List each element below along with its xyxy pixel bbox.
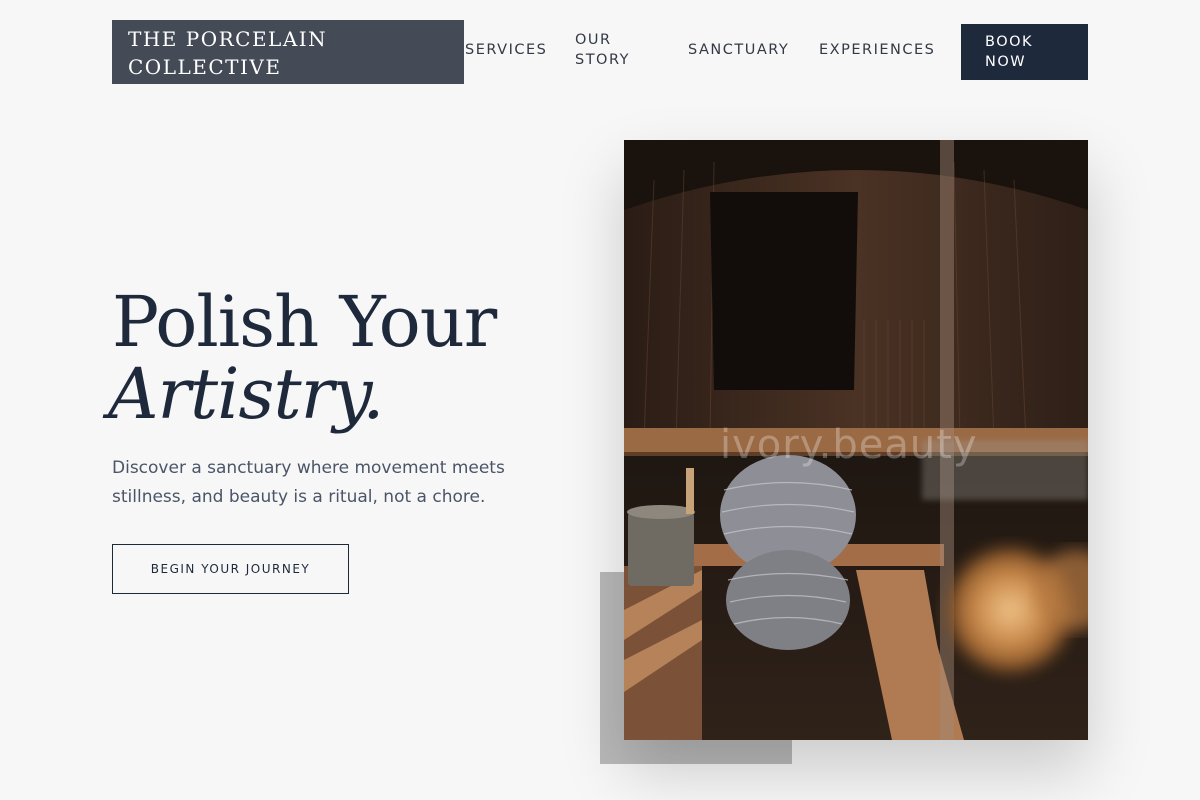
nav-link-experiences-label: EXPERIENCES bbox=[819, 42, 936, 58]
hero-subtitle: Discover a sanctuary where movement meet… bbox=[112, 458, 505, 507]
book-now-button[interactable]: BOOK NOW bbox=[961, 24, 1088, 80]
nav-link-services-label: SERVICES bbox=[465, 42, 548, 58]
nav-link-experiences[interactable]: EXPERIENCES bbox=[819, 40, 935, 60]
nav-link-sanctuary-label: SANCTUARY bbox=[688, 42, 790, 58]
brand-logo[interactable]: THE PORCELAIN COLLECTIVE bbox=[112, 20, 464, 84]
hero-title: Polish Your Artistry. bbox=[108, 281, 497, 430]
brand-name-line2: COLLECTIVE bbox=[128, 55, 282, 79]
begin-journey-button[interactable]: BEGIN YOUR JOURNEY bbox=[112, 544, 349, 594]
hero-title-line1: Polish Your bbox=[112, 281, 497, 363]
nav-link-our-story-label-line1: OUR bbox=[575, 32, 612, 48]
watermark-text: ivory.beauty bbox=[720, 422, 978, 468]
book-now-label-line1: BOOK bbox=[985, 34, 1034, 50]
nav-link-our-story[interactable]: OUR STORY bbox=[575, 30, 630, 70]
book-now-label-line2: NOW bbox=[985, 54, 1027, 70]
brand-name-line1: THE PORCELAIN bbox=[128, 27, 328, 51]
nav-link-our-story-label-line2: STORY bbox=[575, 52, 630, 68]
hero-image: ivory.beauty bbox=[624, 140, 1088, 740]
nav-link-services[interactable]: SERVICES bbox=[465, 40, 547, 60]
nav-link-sanctuary[interactable]: SANCTUARY bbox=[688, 40, 789, 60]
hero-title-accent: Artistry. bbox=[108, 353, 385, 435]
